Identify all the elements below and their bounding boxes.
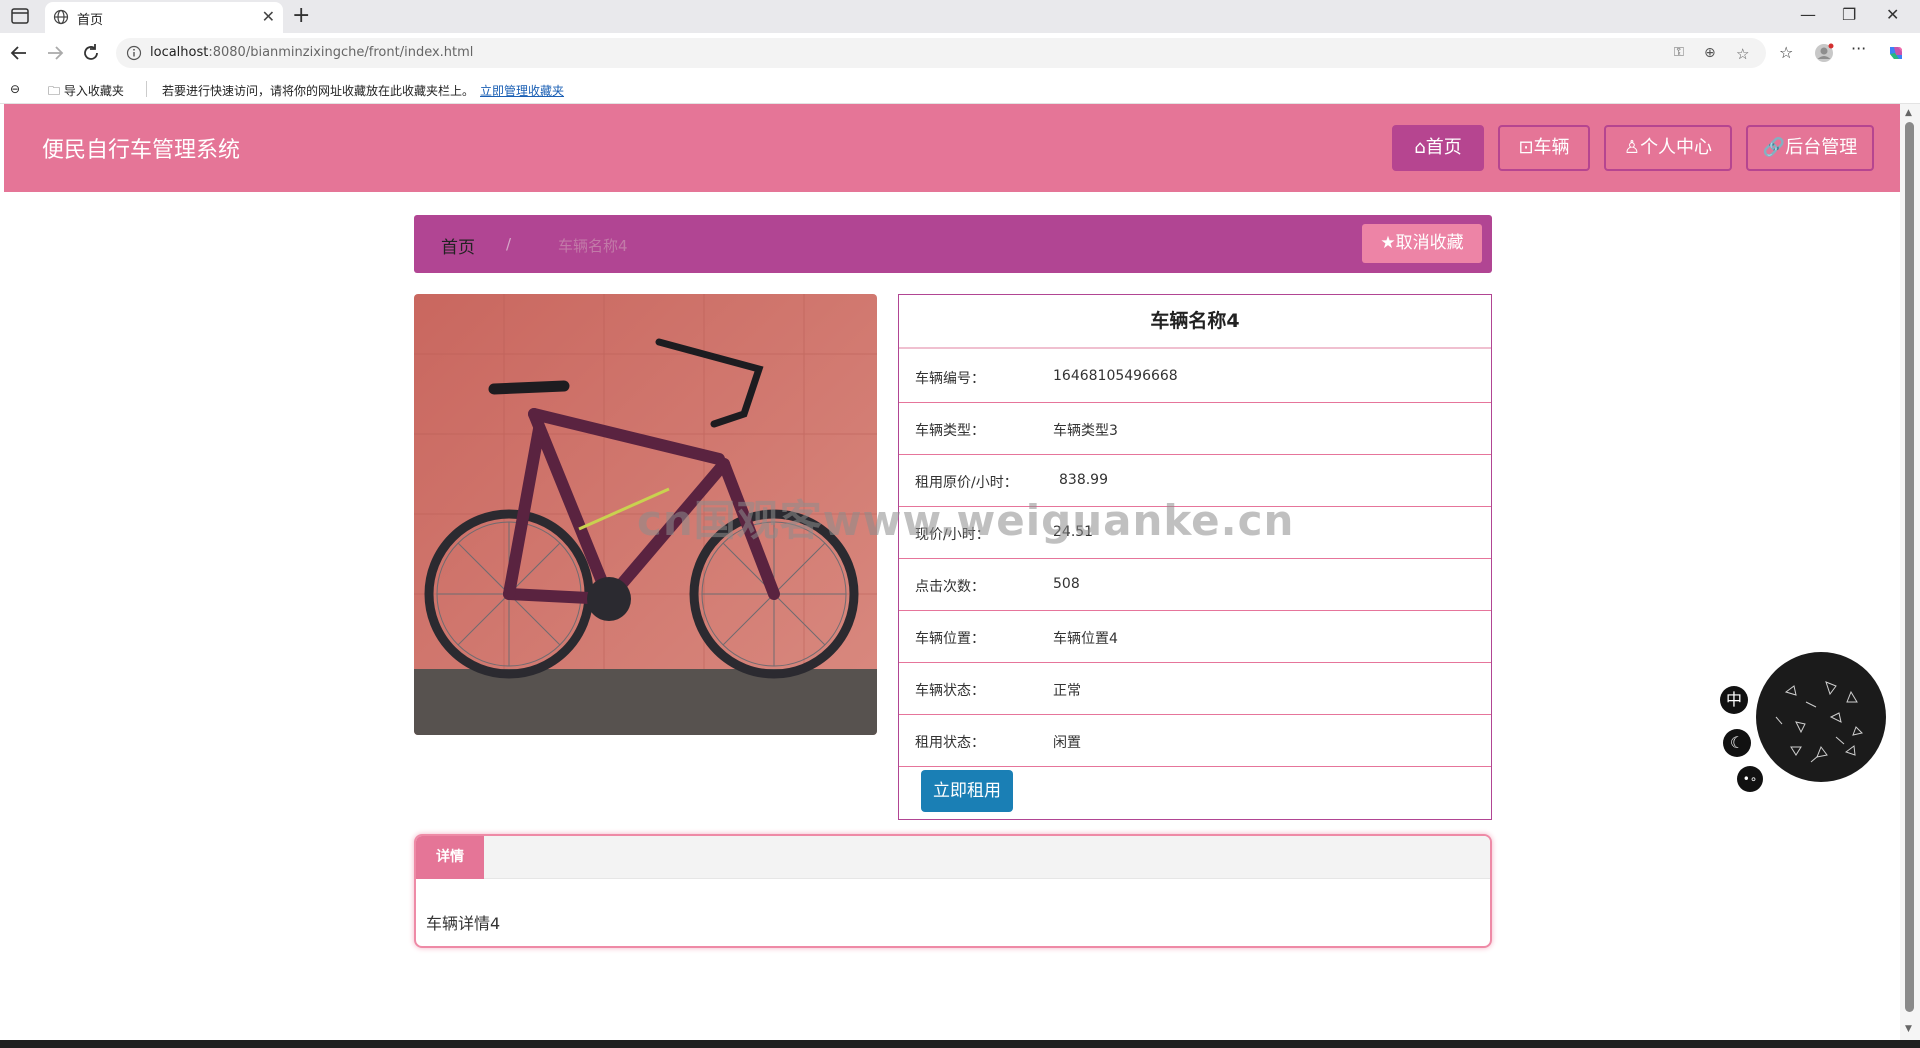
info-label: 点击次数： (915, 579, 985, 595)
site-header: 便民自行车管理系统 ⌂首页 ⊡车辆 ♙个人中心 🔗后台管理 (4, 104, 1900, 192)
url-text: localhost:8080/bianminzixingche/front/in… (150, 45, 474, 60)
home-icon: ⌂ (1414, 137, 1426, 158)
nav-personal-center[interactable]: ♙个人中心 (1604, 125, 1732, 171)
info-row-status: 车辆状态： 正常 (899, 663, 1491, 715)
nav-admin[interactable]: 🔗后台管理 (1746, 125, 1874, 171)
more-options-icon[interactable]: ··· (1851, 39, 1871, 59)
info-value: 车辆位置4 (1053, 631, 1118, 647)
info-label: 车辆位置： (915, 631, 985, 647)
site-title: 便民自行车管理系统 (42, 138, 241, 163)
manage-favorites-link[interactable]: 立即管理收藏夹 (480, 82, 564, 99)
sphere-pattern (1775, 681, 1863, 763)
back-icon[interactable] (8, 42, 30, 64)
page-scrollbar[interactable]: ▲ ▼ (1900, 104, 1920, 1040)
scroll-thumb[interactable] (1905, 122, 1914, 1012)
detail-tab-bar: 详情 (416, 836, 1490, 879)
favorites-hint: 若要进行快速访问，请将你的网址收藏放在此收藏夹栏上。 (162, 84, 475, 98)
reading-icon[interactable]: ⊖ (10, 82, 20, 96)
info-label: 车辆状态： (915, 683, 985, 699)
os-taskbar (0, 1040, 1920, 1048)
info-label: 车辆编号： (915, 371, 985, 387)
info-value: 508 (1053, 576, 1080, 592)
bike-icon: ⊡ (1518, 137, 1534, 158)
globe-icon (53, 9, 69, 25)
moon-icon[interactable]: ☾ (1723, 729, 1751, 757)
copilot-icon[interactable] (1886, 43, 1906, 63)
nav-home[interactable]: ⌂首页 (1392, 125, 1484, 171)
divider (146, 81, 147, 97)
info-value: 16468105496668 (1053, 368, 1178, 384)
info-label: 车辆类型： (915, 423, 985, 439)
new-tab-icon[interactable]: + (292, 3, 310, 28)
watermark: cn国观客www.weiguanke.cn (637, 496, 1295, 545)
favorites-bar: ⊖ 🗀 导入收藏夹 若要进行快速访问，请将你的网址收藏放在此收藏夹栏上。 立即管… (0, 74, 1920, 104)
profile-avatar-icon[interactable] (1814, 43, 1834, 63)
close-tab-icon[interactable]: ✕ (262, 7, 275, 26)
vehicle-name: 车辆名称4 (899, 295, 1491, 349)
info-row-code: 车辆编号： 16468105496668 (899, 351, 1491, 403)
breadcrumb-home[interactable]: 首页 (441, 233, 475, 258)
info-value: 闲置 (1053, 735, 1081, 751)
link-icon: 🔗 (1762, 137, 1786, 158)
star-icon[interactable]: ☆ (1736, 45, 1749, 63)
unfavorite-button[interactable]: ★取消收藏 (1362, 224, 1482, 263)
info-value: 838.99 (1059, 472, 1108, 488)
vehicle-info-table: 车辆名称4 车辆编号： 16468105496668 车辆类型： 车辆类型3 租… (898, 294, 1492, 820)
browser-tab-bar: 首页 ✕ + — ❐ ✕ (0, 0, 1920, 33)
info-row-type: 车辆类型： 车辆类型3 (899, 403, 1491, 455)
decorative-sphere (1756, 652, 1886, 782)
favorites-icon[interactable]: ☆ (1779, 43, 1799, 63)
info-row-clicks: 点击次数： 508 (899, 559, 1491, 611)
info-value: 正常 (1053, 683, 1081, 699)
page-viewport: 便民自行车管理系统 ⌂首页 ⊡车辆 ♙个人中心 🔗后台管理 首页 / 车辆名称4… (0, 104, 1900, 1040)
language-toggle[interactable]: 中 (1720, 686, 1748, 714)
browser-tab-active[interactable]: 首页 ✕ (45, 2, 283, 33)
info-row-rent-status: 租用状态： 闲置 (899, 715, 1491, 767)
zoom-icon[interactable]: ⊕ (1704, 45, 1716, 61)
detail-panel: 详情 车辆详情4 (414, 834, 1492, 948)
forward-icon[interactable] (44, 42, 66, 64)
scroll-up-icon[interactable]: ▲ (1905, 108, 1912, 118)
breadcrumb: 首页 / 车辆名称4 ★取消收藏 (414, 215, 1492, 273)
tab-actions-icon[interactable] (10, 7, 30, 25)
star-filled-icon: ★ (1380, 233, 1396, 253)
breadcrumb-current: 车辆名称4 (558, 237, 628, 255)
minimize-icon[interactable]: — (1800, 5, 1816, 24)
import-favorites-item[interactable]: 🗀 导入收藏夹 (48, 82, 124, 103)
nav-vehicles[interactable]: ⊡车辆 (1498, 125, 1590, 171)
info-label: 租用状态： (915, 735, 985, 751)
restore-icon[interactable]: ❐ (1842, 5, 1856, 24)
refresh-icon[interactable] (80, 42, 102, 64)
tab-title: 首页 (77, 13, 104, 28)
site-info-icon[interactable] (126, 45, 142, 61)
info-row-location: 车辆位置： 车辆位置4 (899, 611, 1491, 663)
breadcrumb-separator: / (506, 235, 512, 253)
detail-content: 车辆详情4 (426, 914, 501, 933)
user-icon: ♙ (1623, 137, 1641, 158)
browser-address-bar: localhost:8080/bianminzixingche/front/in… (0, 33, 1920, 74)
scroll-down-icon[interactable]: ▼ (1905, 1024, 1912, 1034)
tab-detail[interactable]: 详情 (416, 836, 484, 879)
rent-now-button[interactable]: 立即租用 (921, 770, 1013, 812)
url-field[interactable]: localhost:8080/bianminzixingche/front/in… (116, 38, 1766, 68)
password-key-icon[interactable]: ⚿ (1674, 45, 1684, 60)
window-close-icon[interactable]: ✕ (1886, 5, 1899, 24)
info-value: 车辆类型3 (1053, 423, 1118, 439)
